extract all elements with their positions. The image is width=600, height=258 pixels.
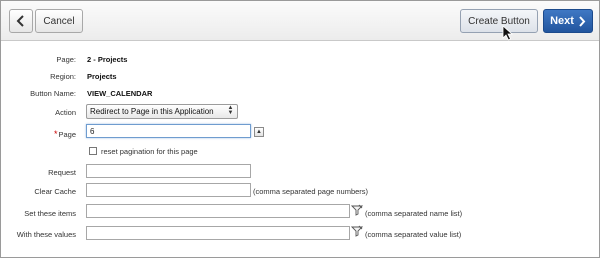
action-label: Action — [55, 108, 76, 117]
set-items-label: Set these items — [24, 209, 76, 218]
chevron-right-icon — [579, 15, 586, 27]
chevron-up-icon: ▲ — [256, 129, 262, 135]
clear-cache-label: Clear Cache — [34, 187, 76, 196]
select-arrows-icon: ▲ ▼ — [227, 105, 234, 116]
chevron-left-icon — [16, 15, 24, 27]
value-picker-icon[interactable] — [351, 225, 363, 237]
cancel-button[interactable]: Cancel — [35, 9, 83, 33]
required-marker: * — [53, 129, 58, 139]
request-label: Request — [48, 168, 76, 177]
action-select-value: Redirect to Page in this Application — [90, 107, 214, 116]
target-page-label-text: Page — [58, 130, 76, 139]
back-button[interactable] — [9, 9, 33, 33]
set-items-hint: (comma separated name list) — [365, 209, 463, 218]
clear-cache-hint: (comma separated page numbers) — [253, 187, 369, 196]
reset-pagination-label: reset pagination for this page — [101, 147, 198, 156]
page-value: 2 - Projects — [87, 55, 128, 64]
action-select[interactable]: Redirect to Page in this Application ▲ ▼ — [86, 104, 238, 119]
item-picker-icon[interactable] — [351, 204, 363, 216]
region-value: Projects — [87, 72, 117, 81]
create-button[interactable]: Create Button — [460, 9, 538, 33]
mouse-cursor-icon — [502, 25, 514, 41]
set-items-input[interactable] — [86, 204, 350, 218]
clear-cache-input[interactable] — [86, 183, 251, 197]
with-values-input[interactable] — [86, 226, 350, 240]
request-input[interactable] — [86, 164, 251, 178]
button-name-value: VIEW_CALENDAR — [87, 89, 153, 98]
target-page-input[interactable]: 6 — [86, 124, 251, 138]
button-name-label: Button Name: — [30, 89, 76, 98]
next-button-label: Next — [550, 15, 574, 27]
reset-pagination-checkbox[interactable] — [89, 147, 97, 155]
with-values-label: With these values — [16, 230, 76, 239]
region-label: Region: — [50, 72, 76, 81]
target-page-label: *Page — [0, 129, 76, 139]
next-button[interactable]: Next — [543, 9, 593, 33]
page-label: Page: — [56, 55, 76, 64]
with-values-hint: (comma separated value list) — [365, 230, 462, 239]
list-of-values-button[interactable]: ▲ — [254, 127, 264, 137]
